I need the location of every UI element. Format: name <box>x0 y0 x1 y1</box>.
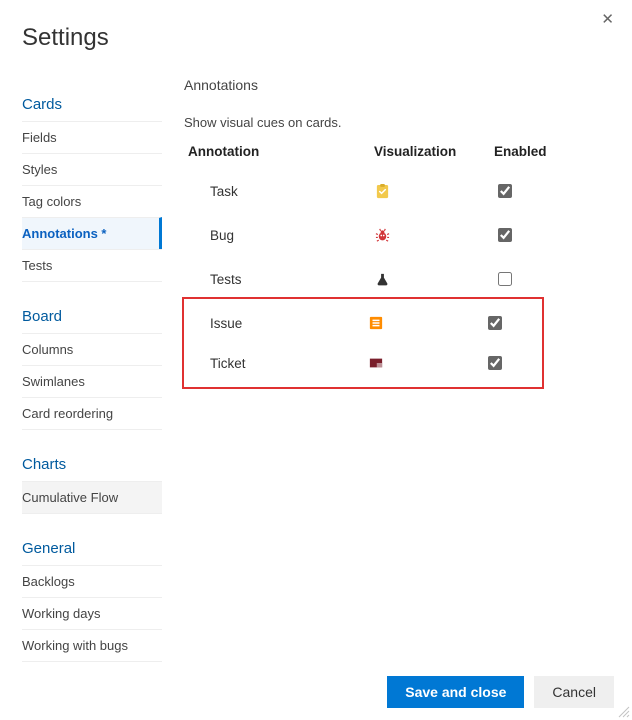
sidebar-item-columns[interactable]: Columns <box>22 333 162 365</box>
panel-description: Show visual cues on cards. <box>184 115 614 130</box>
sidebar-item-card-reordering[interactable]: Card reordering <box>22 397 162 430</box>
sidebar-item-cumulative-flow[interactable]: Cumulative Flow <box>22 481 162 514</box>
save-and-close-button[interactable]: Save and close <box>387 676 524 708</box>
nav-group-board[interactable]: Board <box>22 302 162 333</box>
annotation-row-task: Task <box>184 169 614 213</box>
page-title: Settings <box>22 24 614 52</box>
close-icon[interactable]: ✕ <box>601 12 614 27</box>
annotation-table-header: Annotation Visualization Enabled <box>184 144 614 159</box>
column-header-annotation: Annotation <box>184 144 374 159</box>
column-header-enabled: Enabled <box>494 144 554 159</box>
sidebar-item-backlogs[interactable]: Backlogs <box>22 565 162 597</box>
ticket-icon <box>368 355 384 371</box>
task-icon <box>374 183 390 199</box>
annotation-name: Ticket <box>184 356 368 371</box>
sidebar-item-fields[interactable]: Fields <box>22 121 162 153</box>
annotation-row-issue: Issue <box>184 303 542 343</box>
resize-grip-icon[interactable] <box>618 706 630 718</box>
panel-title: Annotations <box>184 77 614 93</box>
bug-icon <box>374 227 390 243</box>
column-header-visualization: Visualization <box>374 144 494 159</box>
enabled-checkbox-bug[interactable] <box>498 228 512 242</box>
sidebar-item-working-days[interactable]: Working days <box>22 597 162 629</box>
nav-group-cards[interactable]: Cards <box>22 90 162 121</box>
sidebar-item-annotations[interactable]: Annotations * <box>22 217 162 249</box>
annotation-row-ticket: Ticket <box>184 343 542 383</box>
settings-dialog: ✕ Settings Cards Fields Styles Tag color… <box>0 0 632 720</box>
sidebar-item-tests[interactable]: Tests <box>22 249 162 282</box>
sidebar-item-styles[interactable]: Styles <box>22 153 162 185</box>
nav-group-general[interactable]: General <box>22 534 162 565</box>
sidebar-item-working-with-bugs[interactable]: Working with bugs <box>22 629 162 662</box>
highlighted-rows: Issue Ticket <box>182 297 544 389</box>
annotations-panel: Annotations Show visual cues on cards. A… <box>184 76 614 662</box>
annotation-row-bug: Bug <box>184 213 614 257</box>
annotation-name: Issue <box>184 316 368 331</box>
enabled-checkbox-tests[interactable] <box>498 272 512 286</box>
list-icon <box>368 315 384 331</box>
dialog-footer: Save and close Cancel <box>387 676 614 708</box>
sidebar-item-swimlanes[interactable]: Swimlanes <box>22 365 162 397</box>
nav-group-charts[interactable]: Charts <box>22 450 162 481</box>
settings-sidebar: Cards Fields Styles Tag colors Annotatio… <box>22 90 162 662</box>
annotation-name: Bug <box>184 228 374 243</box>
sidebar-item-tag-colors[interactable]: Tag colors <box>22 185 162 217</box>
enabled-checkbox-ticket[interactable] <box>488 356 502 370</box>
flask-icon <box>374 271 390 287</box>
enabled-checkbox-task[interactable] <box>498 184 512 198</box>
annotation-row-tests: Tests <box>184 257 614 301</box>
annotation-name: Tests <box>184 272 374 287</box>
enabled-checkbox-issue[interactable] <box>488 316 502 330</box>
cancel-button[interactable]: Cancel <box>534 676 614 708</box>
annotation-name: Task <box>184 184 374 199</box>
